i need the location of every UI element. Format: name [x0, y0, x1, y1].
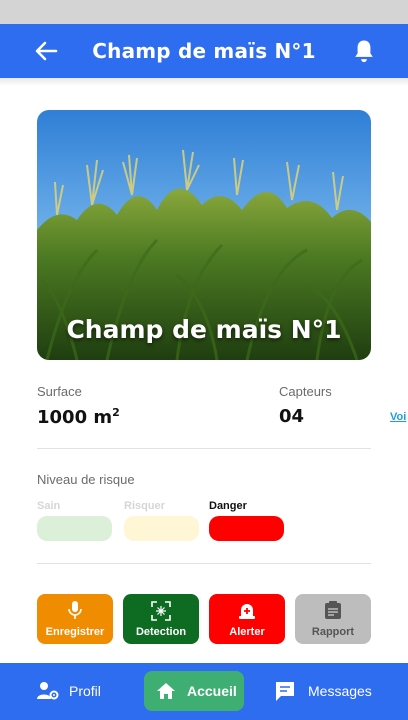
alarm-icon — [239, 604, 255, 619]
surface-value: 1000 m2 — [37, 406, 120, 428]
record-button[interactable]: Enregistrer — [37, 594, 113, 644]
arrow-left-icon[interactable] — [30, 36, 62, 66]
scan-icon — [151, 601, 171, 621]
field-hero-image: Champ de maïs N°1 — [37, 110, 371, 360]
detection-button-label: Detection — [135, 626, 187, 638]
surface-label: Surface — [37, 384, 82, 399]
chat-icon — [276, 682, 294, 701]
divider — [37, 448, 371, 449]
divider — [37, 563, 371, 564]
report-button[interactable]: Rapport — [295, 594, 371, 644]
record-button-label: Enregistrer — [45, 626, 105, 638]
risk-level-label-risquer: Risquer — [124, 500, 165, 512]
alert-button-label: Alerter — [229, 626, 265, 638]
risk-pill-danger — [209, 516, 284, 541]
app-bar: Champ de maïs N°1 — [0, 24, 408, 78]
hero-title: Champ de maïs N°1 — [66, 315, 342, 344]
user-settings-icon — [37, 682, 59, 700]
clipboard-icon — [325, 601, 341, 619]
nav-messages[interactable]: Messages — [274, 680, 372, 702]
risk-level-label-sain: Sain — [37, 500, 61, 512]
bottom-navigation: Profil Accueil Messages — [0, 663, 408, 720]
nav-accueil[interactable]: Accueil — [144, 671, 244, 711]
nav-profil-label: Profil — [69, 683, 101, 699]
risk-level-sain[interactable]: Sain — [37, 500, 112, 541]
risk-level-danger[interactable]: Danger — [209, 500, 284, 541]
surface-value-text: 1000 m — [37, 407, 113, 428]
bell-icon[interactable] — [350, 37, 378, 65]
page-title: Champ de maïs N°1 — [92, 39, 316, 63]
surface-unit-exponent: 2 — [112, 406, 120, 419]
risk-level-label-danger: Danger — [209, 500, 247, 512]
voir-link[interactable]: Voi — [390, 411, 406, 423]
report-button-label: Rapport — [311, 626, 355, 638]
home-icon — [157, 683, 175, 699]
risk-pill-sain — [37, 516, 112, 541]
status-bar — [0, 0, 408, 24]
risk-level-label: Niveau de risque — [37, 472, 135, 487]
risk-level-risquer[interactable]: Risquer — [124, 500, 199, 541]
microphone-icon — [68, 601, 82, 619]
capteurs-value: 04 — [279, 406, 305, 427]
detection-button[interactable]: Detection — [123, 594, 199, 644]
app-bar-shadow — [0, 78, 408, 86]
alert-button[interactable]: Alerter — [209, 594, 285, 644]
risk-pill-risquer — [124, 516, 199, 541]
capteurs-label: Capteurs — [279, 384, 332, 399]
nav-accueil-label: Accueil — [187, 683, 237, 699]
nav-profil[interactable]: Profil — [36, 680, 101, 702]
nav-messages-label: Messages — [308, 683, 372, 699]
